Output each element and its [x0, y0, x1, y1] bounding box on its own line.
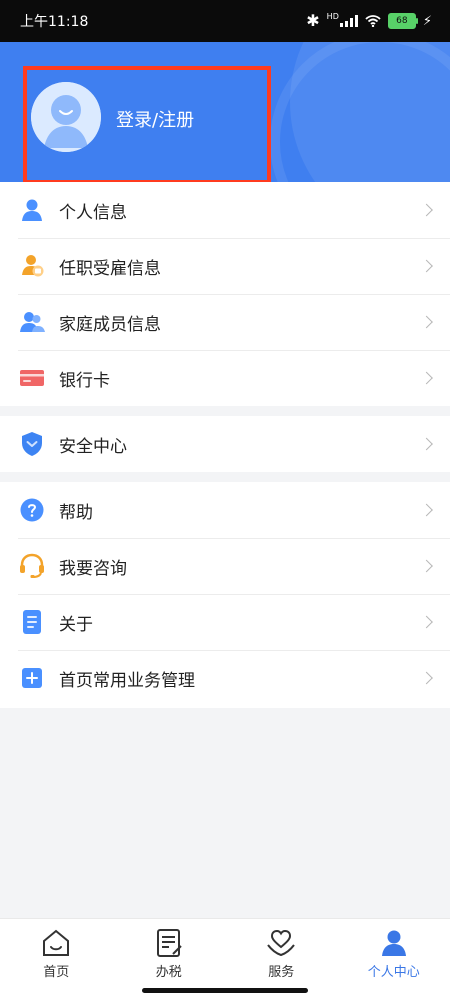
- status-bar: 上午11:18 ✱ HD 68 ⚡: [0, 0, 450, 42]
- user-icon: [18, 196, 46, 224]
- menu-item-bank-card[interactable]: 银行卡: [0, 350, 450, 406]
- menu-item-label: 关于: [59, 610, 93, 635]
- about-icon: [18, 608, 46, 636]
- menu-item-personal-info[interactable]: 个人信息: [0, 182, 450, 238]
- status-time: 上午11:18: [20, 11, 88, 31]
- battery-icon: 68: [388, 13, 416, 29]
- menu-item-label: 我要咨询: [59, 554, 127, 579]
- profile-header: 登录/注册: [0, 42, 450, 182]
- home-indicator[interactable]: [142, 988, 308, 993]
- shield-icon: [18, 430, 46, 458]
- home-icon: [40, 927, 72, 959]
- family-icon: [18, 308, 46, 336]
- plus-icon: [18, 664, 46, 692]
- selection-highlight-box: [23, 66, 271, 182]
- menu-item-security-center[interactable]: 安全中心: [0, 416, 450, 472]
- nav-item-home[interactable]: 首页: [0, 919, 113, 1001]
- menu-group-security: 安全中心: [0, 416, 450, 472]
- signal-icon: [340, 15, 358, 27]
- menu-item-label: 帮助: [59, 498, 93, 523]
- employment-icon: [18, 252, 46, 280]
- network-type: HD: [327, 12, 339, 21]
- tax-icon: [153, 927, 185, 959]
- battery-percent: 68: [396, 16, 407, 26]
- menu-item-label: 家庭成员信息: [59, 310, 161, 335]
- chevron-right-icon: [420, 316, 433, 329]
- chevron-right-icon: [420, 504, 433, 517]
- menu-item-label: 首页常用业务管理: [59, 666, 195, 691]
- help-icon: [18, 496, 46, 524]
- menu-item-about[interactable]: 关于: [0, 594, 450, 650]
- menu-item-label: 银行卡: [59, 366, 110, 391]
- menu-item-label: 安全中心: [59, 432, 127, 457]
- status-icons: ✱ HD 68 ⚡: [306, 13, 432, 29]
- chevron-right-icon: [420, 260, 433, 273]
- profile-icon: [378, 927, 410, 959]
- menu-item-family-info[interactable]: 家庭成员信息: [0, 294, 450, 350]
- bluetooth-icon: ✱: [306, 13, 319, 29]
- menu-item-consult[interactable]: 我要咨询: [0, 538, 450, 594]
- chevron-right-icon: [420, 560, 433, 573]
- nav-label-home: 首页: [43, 961, 69, 980]
- nav-label-tax: 办税: [156, 961, 182, 980]
- chevron-right-icon: [420, 204, 433, 217]
- wifi-icon: [365, 15, 381, 27]
- menu-item-help[interactable]: 帮助: [0, 482, 450, 538]
- chevron-right-icon: [420, 616, 433, 629]
- nav-item-profile[interactable]: 个人中心: [338, 919, 450, 1001]
- menu-group-support: 帮助 我要咨询 关于: [0, 482, 450, 708]
- chevron-right-icon: [420, 672, 433, 685]
- chevron-right-icon: [420, 438, 433, 451]
- signal-group: HD: [327, 15, 358, 27]
- menu-item-employment-info[interactable]: 任职受雇信息: [0, 238, 450, 294]
- menu-item-label: 任职受雇信息: [59, 254, 161, 279]
- bank-card-icon: [18, 364, 46, 392]
- menu-item-home-business-management[interactable]: 首页常用业务管理: [0, 650, 450, 706]
- headset-icon: [18, 552, 46, 580]
- nav-label-profile: 个人中心: [368, 961, 420, 980]
- service-icon: [265, 927, 297, 959]
- charging-icon: ⚡: [423, 15, 432, 28]
- nav-label-service: 服务: [268, 961, 294, 980]
- menu-group-personal: 个人信息 任职受雇信息 家庭成员信息: [0, 182, 450, 406]
- menu-item-label: 个人信息: [59, 198, 127, 223]
- chevron-right-icon: [420, 372, 433, 385]
